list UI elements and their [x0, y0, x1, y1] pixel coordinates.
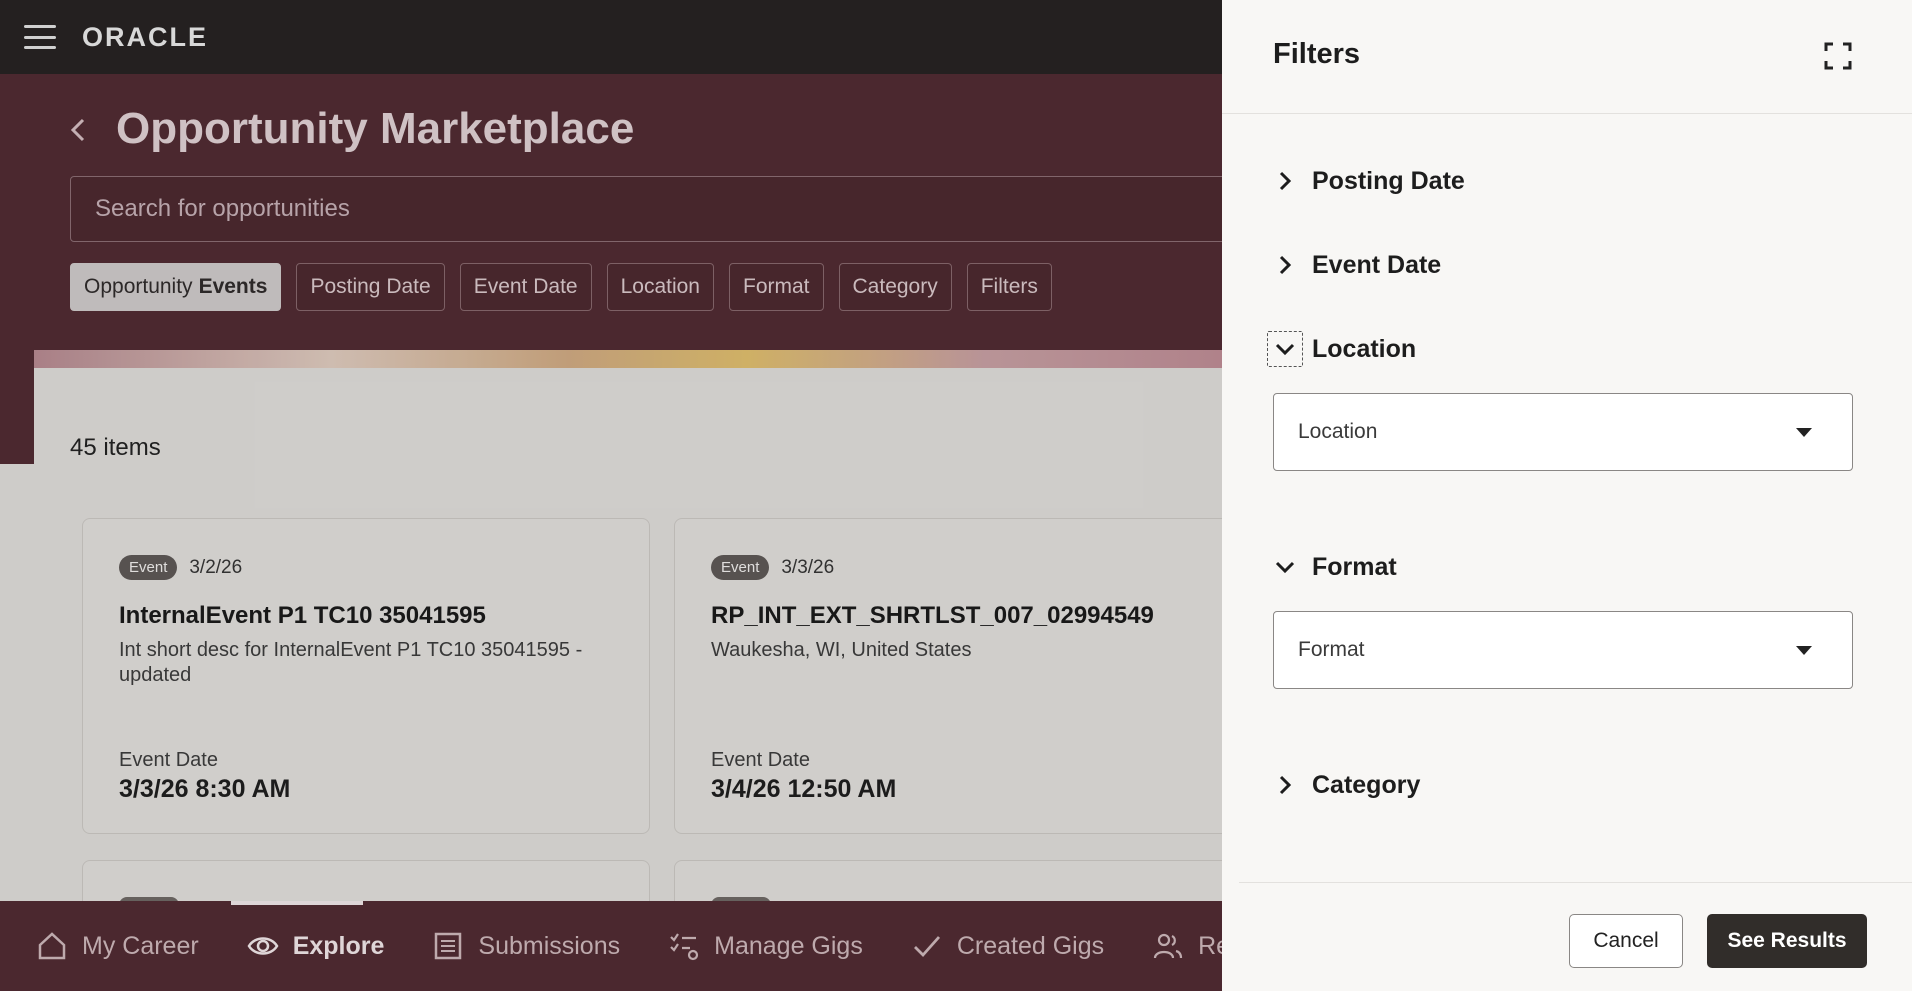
dropdown-caret-icon: [1796, 427, 1812, 437]
posted-date: 3/3/26: [781, 556, 835, 578]
nav-label: Created Gigs: [956, 931, 1105, 960]
opportunity-card[interactable]: Event 3/3/26 RP_INT_EXT_SHRTLST_007_02994…: [674, 518, 1222, 834]
section-label: Category: [1312, 770, 1421, 799]
nav-submissions[interactable]: Submissions: [432, 901, 620, 991]
event-date-label: Event Date: [119, 749, 218, 771]
nav-manage-gigs[interactable]: Manage Gigs: [668, 901, 863, 991]
expand-button[interactable]: [1822, 40, 1854, 72]
section-event-date[interactable]: Event Date: [1267, 247, 1441, 283]
chevron-right-icon[interactable]: [1267, 767, 1303, 803]
chip-prefix: Opportunity: [84, 275, 193, 298]
back-arrow-icon[interactable]: [68, 116, 90, 144]
dropdown-caret-icon: [1796, 645, 1812, 655]
see-results-button[interactable]: See Results: [1707, 914, 1867, 968]
chip-category[interactable]: Category: [838, 263, 952, 311]
menu-icon[interactable]: [24, 25, 56, 49]
checkmark-icon: [913, 936, 940, 958]
chip-posting-date[interactable]: Posting Date: [296, 263, 445, 311]
chevron-down-icon[interactable]: [1267, 549, 1303, 585]
list-icon: [435, 932, 462, 960]
chip-format[interactable]: Format: [729, 263, 824, 311]
top-bar: ORACLE: [0, 0, 1222, 74]
section-posting-date[interactable]: Posting Date: [1267, 163, 1465, 199]
filters-drawer: Filters Posting Date Event Date Location…: [1222, 0, 1912, 991]
card-title[interactable]: RP_INT_EXT_SHRTLST_007_02994549: [711, 602, 1205, 630]
nav-created-gigs[interactable]: Created Gigs: [911, 901, 1104, 991]
posted-date: 3/2/26: [189, 556, 243, 578]
drawer-title: Filters: [1273, 38, 1361, 70]
opportunity-card[interactable]: Event 3/2/26 InternalEvent P1 TC10 350415…: [82, 518, 650, 834]
decorative-banner: [34, 350, 1222, 370]
chip-location[interactable]: Location: [606, 263, 714, 311]
chip-suffix: Events: [198, 275, 268, 298]
format-select[interactable]: Format: [1273, 611, 1853, 689]
nav-label: Submissions: [478, 931, 621, 960]
nav-explore[interactable]: Explore: [230, 901, 385, 991]
chevron-right-icon[interactable]: [1267, 163, 1303, 199]
chip-filters[interactable]: Filters: [966, 263, 1052, 311]
location-select[interactable]: Location: [1273, 393, 1853, 471]
nav-referrals[interactable]: Ref: [1152, 901, 1222, 991]
section-format[interactable]: Format: [1267, 549, 1397, 585]
event-badge: Event: [119, 555, 178, 580]
section-label: Format: [1312, 552, 1397, 581]
select-value: Location: [1298, 420, 1378, 443]
section-location[interactable]: Location: [1267, 331, 1416, 367]
nav-label: Ref: [1198, 931, 1222, 960]
card-description: Waukesha, WI, United States: [711, 639, 972, 661]
home-icon: [38, 932, 66, 960]
event-badge: Event: [711, 555, 770, 580]
drawer-header: Filters: [1222, 0, 1912, 114]
search-bar[interactable]: [70, 176, 1222, 242]
section-category[interactable]: Category: [1267, 767, 1420, 803]
select-value: Format: [1298, 638, 1365, 661]
eye-icon: [247, 937, 279, 955]
checklist-gear-icon: [670, 933, 699, 961]
section-label: Location: [1312, 334, 1417, 363]
nav-label: My Career: [82, 931, 199, 960]
chip-opportunity-events[interactable]: Opportunity Events: [70, 263, 282, 311]
event-date-label: Event Date: [711, 749, 810, 771]
chevron-down-icon[interactable]: [1267, 331, 1303, 367]
chip-event-date[interactable]: Event Date: [459, 263, 592, 311]
event-date-value: 3/3/26 8:30 AM: [119, 775, 291, 803]
filter-chips: Opportunity Events Posting Date Event Dat…: [70, 263, 1052, 311]
page-title: Opportunity Marketplace: [116, 104, 635, 153]
cancel-button[interactable]: Cancel: [1569, 914, 1683, 968]
fullscreen-icon: [1824, 42, 1852, 70]
event-date-value: 3/4/26 12:50 AM: [711, 775, 897, 803]
card-description: Int short desc for InternalEvent P1 TC10…: [119, 639, 583, 686]
items-count: 45 items: [70, 434, 161, 461]
background-app: ORACLE Opportunity Marketplace Opportuni…: [0, 0, 1222, 991]
section-label: Posting Date: [1312, 166, 1465, 195]
nav-my-career[interactable]: My Career: [36, 901, 199, 991]
nav-label: Explore: [292, 931, 385, 960]
oracle-logo: ORACLE: [82, 21, 208, 52]
nav-label: Manage Gigs: [714, 931, 863, 960]
people-icon: [1154, 933, 1183, 959]
search-input[interactable]: [95, 195, 1205, 223]
bottom-navigation: My Career Explore Submissions Manage Gig…: [0, 901, 1222, 991]
section-label: Event Date: [1312, 250, 1442, 279]
chevron-right-icon[interactable]: [1267, 247, 1303, 283]
card-title[interactable]: InternalEvent P1 TC10 35041595: [119, 602, 613, 630]
